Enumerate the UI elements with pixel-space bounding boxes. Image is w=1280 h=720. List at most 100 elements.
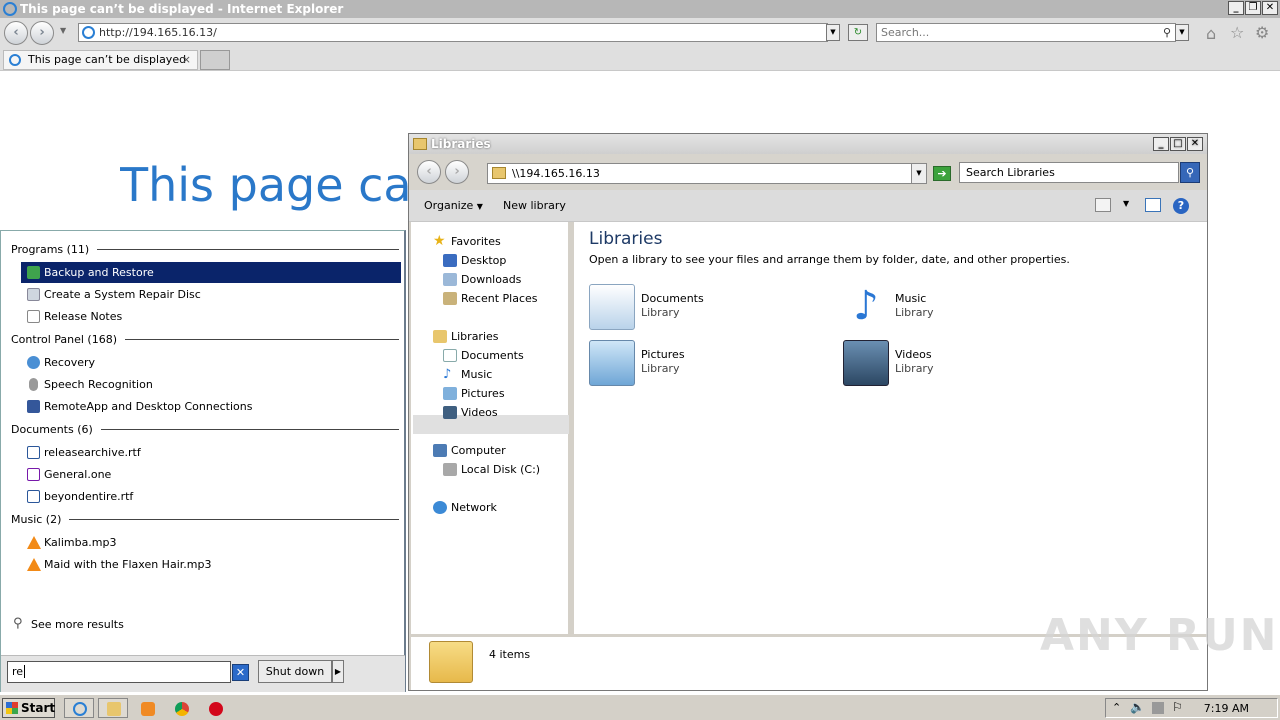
nav-computer[interactable]: Computer bbox=[431, 441, 506, 460]
network-tray-icon[interactable] bbox=[1152, 702, 1164, 714]
explorer-title-bar: Libraries _ □ ✕ bbox=[409, 134, 1207, 154]
clear-search-icon[interactable]: ✕ bbox=[232, 664, 249, 681]
result-remoteapp[interactable]: RemoteApp and Desktop Connections bbox=[21, 396, 401, 417]
taskbar-media-player[interactable] bbox=[132, 698, 162, 718]
item-count: 4 items bbox=[489, 648, 531, 661]
gear-icon[interactable]: ⚙ bbox=[1255, 23, 1269, 42]
home-icon[interactable]: ⌂ bbox=[1206, 24, 1216, 43]
explorer-close-button[interactable]: ✕ bbox=[1187, 137, 1203, 151]
forward-button[interactable]: › bbox=[30, 21, 54, 45]
library-kind: Library bbox=[895, 362, 934, 375]
go-arrow-icon[interactable]: ➔ bbox=[933, 166, 951, 181]
group-label: Control Panel (168) bbox=[11, 333, 118, 346]
library-pictures[interactable]: Pictures Library bbox=[589, 340, 819, 388]
refresh-icon[interactable]: ↻ bbox=[848, 24, 868, 41]
nav-label: Libraries bbox=[451, 330, 499, 343]
nav-desktop[interactable]: Desktop bbox=[441, 251, 506, 270]
search-input[interactable]: Search... ⚲ bbox=[876, 23, 1176, 42]
nav-videos[interactable]: Videos bbox=[441, 403, 498, 422]
action-center-flag-icon[interactable]: ⚐ bbox=[1172, 700, 1183, 714]
computer-icon bbox=[433, 444, 447, 457]
result-speech-recognition[interactable]: Speech Recognition bbox=[21, 374, 401, 395]
explorer-search-icon[interactable]: ⚲ bbox=[1180, 162, 1200, 183]
result-label: Release Notes bbox=[44, 310, 123, 323]
start-menu: Programs (11) Backup and Restore Create … bbox=[0, 230, 406, 692]
result-release-notes[interactable]: Release Notes bbox=[21, 306, 401, 327]
back-button[interactable]: ‹ bbox=[4, 21, 28, 45]
library-music[interactable]: ♪ Music Library bbox=[843, 284, 1073, 332]
see-more-results-link[interactable]: ⚲ See more results bbox=[13, 616, 124, 631]
start-search-input[interactable]: re bbox=[7, 661, 231, 683]
taskbar-explorer[interactable] bbox=[98, 698, 128, 718]
library-videos[interactable]: Videos Library bbox=[843, 340, 1073, 388]
favorites-star-icon[interactable]: ☆ bbox=[1230, 23, 1244, 42]
result-backup-and-restore[interactable]: Backup and Restore bbox=[21, 262, 401, 283]
show-hidden-icons[interactable]: ⌃ bbox=[1112, 701, 1121, 714]
folder-icon bbox=[107, 702, 121, 716]
explorer-search-input[interactable]: Search Libraries bbox=[959, 162, 1179, 183]
taskbar-chrome[interactable] bbox=[166, 698, 196, 718]
explorer-forward-button[interactable]: › bbox=[445, 160, 469, 184]
result-recovery[interactable]: Recovery bbox=[21, 352, 401, 373]
nav-pictures[interactable]: Pictures bbox=[441, 384, 505, 403]
result-system-repair-disc[interactable]: Create a System Repair Disc bbox=[21, 284, 401, 305]
organize-button[interactable]: Organize ▼ bbox=[424, 199, 483, 212]
explorer-title: Libraries bbox=[431, 137, 491, 151]
nav-documents[interactable]: Documents bbox=[441, 346, 524, 365]
group-control-panel[interactable]: Control Panel (168) bbox=[11, 333, 399, 346]
library-documents[interactable]: Documents Library bbox=[589, 284, 819, 332]
group-documents[interactable]: Documents (6) bbox=[11, 423, 399, 436]
history-dropdown-icon[interactable]: ▼ bbox=[60, 26, 66, 35]
result-label: Kalimba.mp3 bbox=[44, 536, 117, 549]
nav-local-disk[interactable]: Local Disk (C:) bbox=[441, 460, 540, 479]
view-dropdown-icon[interactable]: ▼ bbox=[1123, 199, 1129, 208]
address-bar[interactable]: http://194.165.16.13/ bbox=[78, 23, 828, 42]
preview-pane-icon[interactable] bbox=[1145, 198, 1161, 212]
close-button[interactable]: ✕ bbox=[1262, 1, 1278, 15]
address-dropdown-icon[interactable]: ▼ bbox=[911, 164, 926, 183]
page-icon bbox=[82, 26, 95, 39]
result-maid-flaxen-hair[interactable]: Maid with the Flaxen Hair.mp3 bbox=[21, 554, 401, 575]
result-kalimba[interactable]: Kalimba.mp3 bbox=[21, 532, 401, 553]
new-library-button[interactable]: New library bbox=[503, 199, 566, 212]
tab-close-icon[interactable]: × bbox=[182, 51, 191, 69]
explorer-minimize-button[interactable]: _ bbox=[1153, 137, 1169, 151]
nav-downloads[interactable]: Downloads bbox=[441, 270, 521, 289]
nav-favorites[interactable]: ★ Favorites bbox=[431, 232, 501, 251]
start-button[interactable]: Start bbox=[2, 698, 55, 718]
library-kind: Library bbox=[641, 306, 680, 319]
nav-recent-places[interactable]: Recent Places bbox=[441, 289, 538, 308]
group-label: Documents (6) bbox=[11, 423, 93, 436]
taskbar-opera[interactable] bbox=[200, 698, 230, 718]
shutdown-options-arrow[interactable]: ▶ bbox=[332, 660, 344, 683]
minimize-button[interactable]: _ bbox=[1228, 1, 1244, 15]
restore-button[interactable]: ❐ bbox=[1245, 1, 1261, 15]
clock[interactable]: 7:19 AM bbox=[1204, 702, 1249, 715]
volume-icon[interactable]: 🔈 bbox=[1130, 700, 1145, 714]
search-dropdown-icon[interactable]: ▼ bbox=[1175, 24, 1189, 41]
group-music[interactable]: Music (2) bbox=[11, 513, 399, 526]
result-beyondentire[interactable]: beyondentire.rtf bbox=[21, 486, 401, 507]
shutdown-button[interactable]: Shut down bbox=[258, 660, 332, 683]
nav-music[interactable]: ♪ Music bbox=[441, 365, 492, 384]
ie-navigation-bar: ‹ › ▼ http://194.165.16.13/ ▼ ↻ Search..… bbox=[0, 18, 1280, 48]
nav-network[interactable]: Network bbox=[431, 498, 497, 517]
explorer-back-button[interactable]: ‹ bbox=[417, 160, 441, 184]
address-dropdown-icon[interactable]: ▼ bbox=[826, 24, 840, 41]
explorer-address-bar[interactable]: \\194.165.16.13 ▼ bbox=[487, 163, 927, 184]
nav-libraries[interactable]: Libraries bbox=[431, 327, 499, 346]
result-general-one[interactable]: General.one bbox=[21, 464, 401, 485]
group-programs[interactable]: Programs (11) bbox=[11, 243, 399, 256]
taskbar-ie[interactable] bbox=[64, 698, 94, 718]
explorer-maximize-button[interactable]: □ bbox=[1170, 137, 1186, 151]
music-note-icon: ♪ bbox=[443, 367, 452, 382]
new-tab-button[interactable] bbox=[200, 50, 230, 70]
result-releasearchive[interactable]: releasearchive.rtf bbox=[21, 442, 401, 463]
result-label: Speech Recognition bbox=[44, 378, 153, 391]
search-icon[interactable]: ⚲ bbox=[1163, 24, 1171, 41]
help-icon[interactable]: ? bbox=[1173, 198, 1189, 214]
star-icon: ★ bbox=[433, 233, 446, 249]
view-options-icon[interactable] bbox=[1095, 198, 1111, 212]
tab-current[interactable]: This page can’t be displayed × bbox=[3, 50, 198, 70]
vlc-cone-icon bbox=[27, 536, 41, 549]
